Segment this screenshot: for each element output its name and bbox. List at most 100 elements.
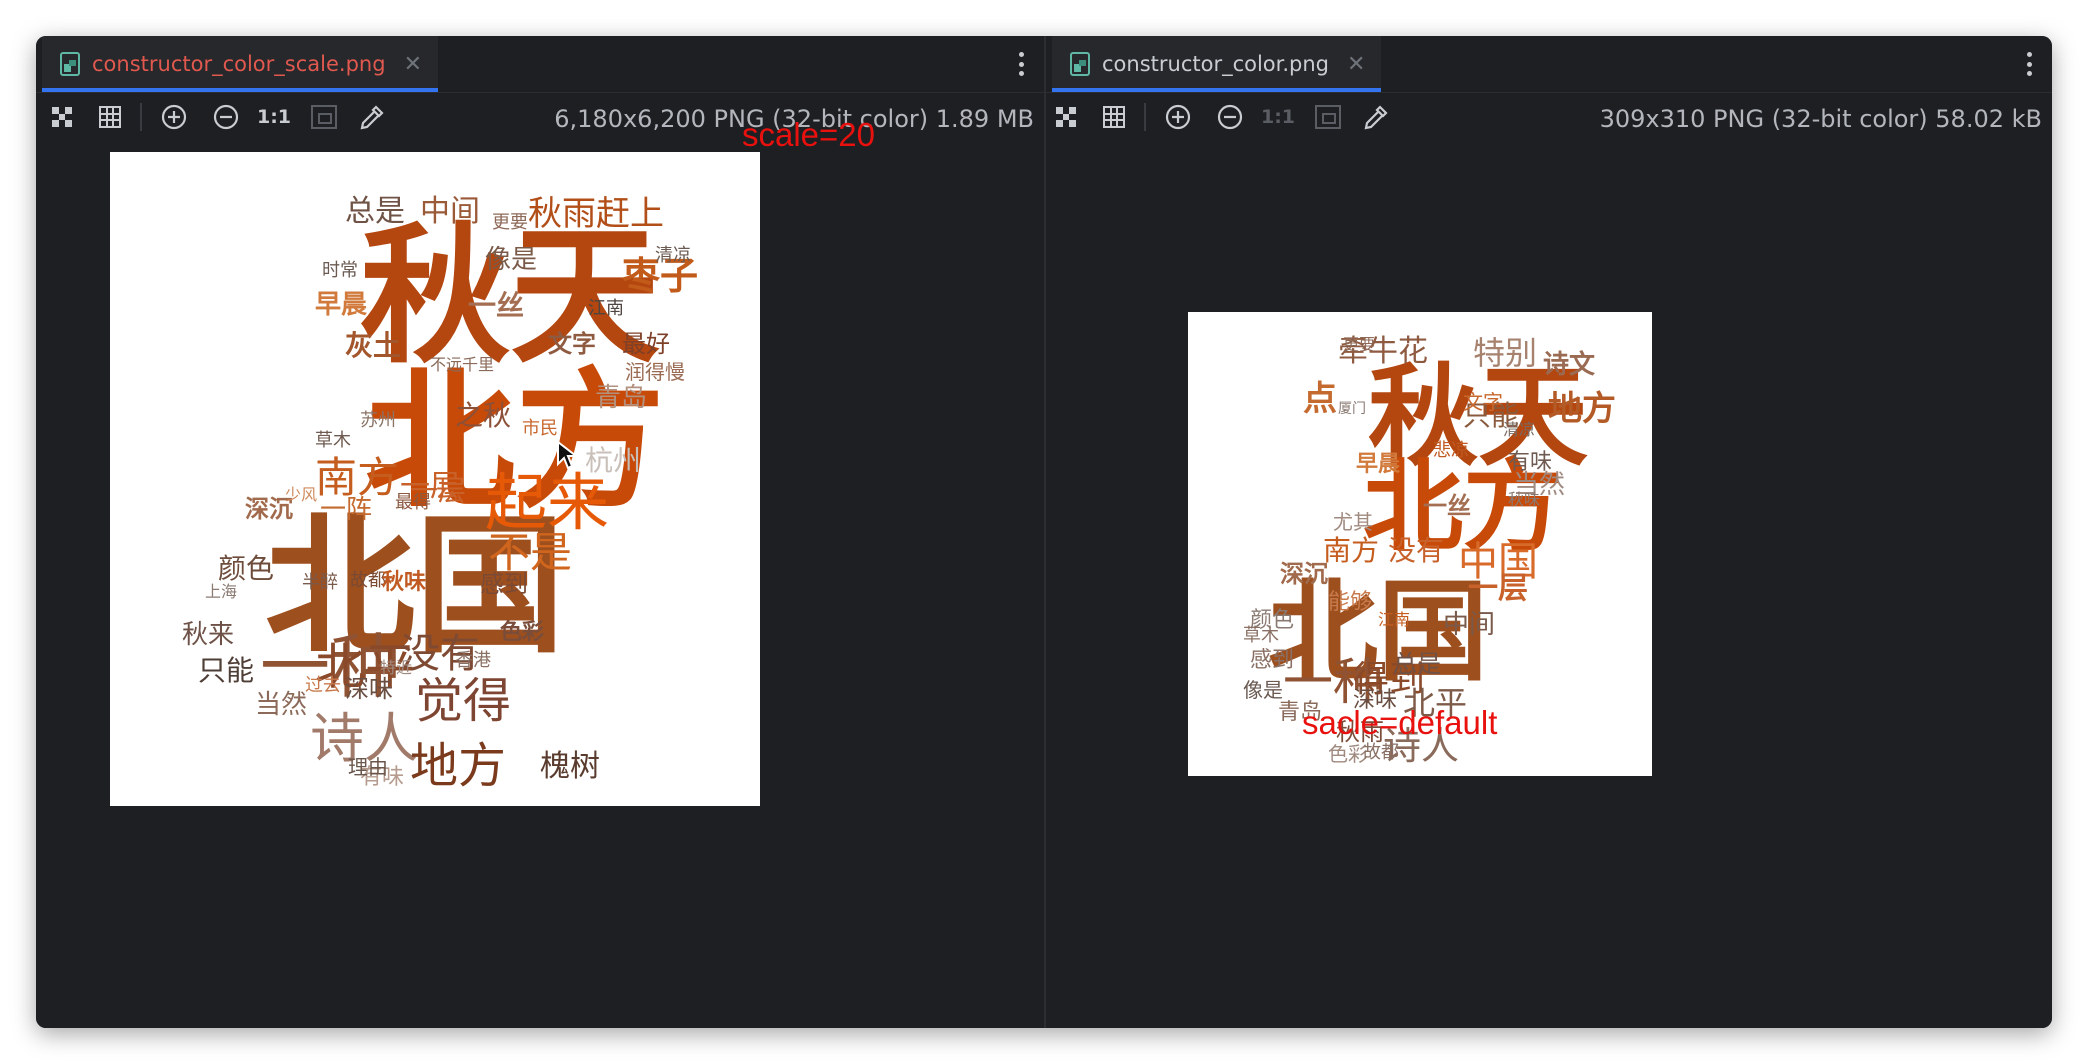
- actual-size-icon[interactable]: 1:1: [257, 101, 291, 133]
- fit-icon[interactable]: [1050, 101, 1082, 133]
- wordcloud-word: 深味: [345, 675, 393, 703]
- wordcloud-word: 深沉: [1280, 560, 1328, 588]
- zoom-in-icon[interactable]: [1162, 101, 1194, 133]
- left-tab-bar: constructor_color_scale.png ✕: [36, 36, 1044, 93]
- eyedropper-icon[interactable]: [1360, 101, 1392, 133]
- wordcloud-word: 早晨: [315, 290, 368, 320]
- wordcloud-word: 香港: [455, 650, 491, 671]
- wordcloud-word: 一阵: [320, 495, 373, 525]
- wordcloud-word: 江南: [588, 298, 624, 319]
- wordcloud-word: 江南: [1378, 610, 1411, 629]
- wordcloud-word: 总是: [1393, 650, 1441, 678]
- wordcloud-word: 觉得: [415, 673, 512, 729]
- wordcloud-word: 润得慢: [625, 360, 685, 384]
- image-file-icon: [1070, 52, 1090, 76]
- wordcloud-word: 故都: [350, 570, 386, 591]
- active-tab-indicator: [42, 88, 438, 92]
- zoom-in-icon[interactable]: [158, 101, 190, 133]
- wordcloud-word: 感到: [1250, 648, 1295, 673]
- fit-icon[interactable]: [46, 101, 78, 133]
- scale-annotation: scale=20: [742, 116, 876, 153]
- image-info-label: 309x310 PNG (32-bit color) 58.02 kB: [1599, 105, 2042, 133]
- zoom-out-icon[interactable]: [1214, 101, 1246, 133]
- wordcloud-word: 点: [1303, 379, 1337, 419]
- left-image-toolbar: 1:1 6,180x6,200 PNG (32-bit color) 1.89 …: [36, 93, 1044, 141]
- tab-constructor-color-scale[interactable]: constructor_color_scale.png ✕: [42, 36, 438, 92]
- wordcloud-word: 更要: [1343, 335, 1376, 354]
- wordcloud-word: 秋雨赶上: [528, 194, 664, 234]
- wordcloud-word: 一丝: [1423, 492, 1471, 520]
- wordcloud-word: 不是: [488, 528, 573, 577]
- wordcloud-word: 秋来: [182, 620, 235, 650]
- crop-icon[interactable]: [308, 101, 340, 133]
- active-tab-indicator: [1052, 88, 1382, 92]
- wordcloud-word: 特别: [1473, 334, 1538, 372]
- scale-annotation: sacle=default: [1302, 704, 1498, 741]
- close-icon[interactable]: ✕: [1347, 52, 1365, 77]
- wordcloud-word: 只能: [198, 654, 255, 687]
- wordcloud-word: 苏州: [360, 410, 396, 431]
- tab-constructor-color[interactable]: constructor_color.png ✕: [1052, 36, 1382, 92]
- wordcloud-word: 少风: [285, 485, 318, 504]
- wordcloud-word: 上海: [205, 582, 238, 601]
- wordcloud-word: 南方: [315, 453, 400, 502]
- wordcloud-word: 文字: [1463, 390, 1503, 414]
- right-tab-bar: constructor_color.png ✕: [1046, 36, 2052, 93]
- wordcloud-word: 秋味: [1508, 490, 1541, 509]
- wordcloud-word: 地方: [410, 738, 507, 794]
- wordcloud-word: 草木: [315, 430, 351, 451]
- right-image-toolbar: 1:1 309x310 PNG (32-bit color) 58.02 kB: [1046, 93, 2052, 141]
- wordcloud-word: 特近: [380, 658, 413, 677]
- wordcloud-word: 没有: [1388, 534, 1445, 567]
- wordcloud-word: 时常: [322, 260, 358, 281]
- wordcloud-word: 过去: [305, 675, 341, 696]
- wordcloud-word: 诗文: [1543, 350, 1596, 380]
- more-options-icon[interactable]: [2022, 48, 2036, 80]
- wordcloud-word: 半醉: [302, 572, 338, 593]
- wordcloud-word: 秋味: [382, 570, 427, 595]
- wordcloud-word: 市民: [522, 418, 558, 439]
- wordcloud-word: 槐树: [540, 749, 600, 784]
- wordcloud-word: 故都: [1363, 742, 1399, 763]
- actual-size-icon[interactable]: 1:1: [1261, 101, 1295, 133]
- wordcloud-word: 厦门: [1338, 401, 1366, 417]
- wordcloud-word: 不远千里: [430, 355, 495, 374]
- left-editor-pane: constructor_color_scale.png ✕ 1:1 6,180x…: [36, 36, 1046, 1028]
- wordcloud-word: 更要: [492, 212, 528, 233]
- wordcloud-word: 颜色: [218, 552, 275, 585]
- wordcloud-word: 理由: [348, 755, 388, 779]
- wordcloud-word: 总是: [345, 194, 405, 229]
- more-options-icon[interactable]: [1014, 48, 1028, 80]
- eyedropper-icon[interactable]: [356, 101, 388, 133]
- close-icon[interactable]: ✕: [404, 52, 422, 77]
- image-canvas[interactable]: 秋天 北方 北国 中国 一种 得到 诗人 北平 地方 牵牛花 特别 诗文点只能 南方 没有 一层 有味 当然 深沉…: [1046, 144, 2052, 1028]
- wordcloud-word: 之秋: [455, 399, 512, 432]
- mouse-cursor-icon: [557, 440, 578, 470]
- wordcloud-word: 最好: [622, 330, 670, 358]
- wordcloud-word: 灰土: [345, 329, 402, 362]
- wordcloud-word: 中间: [420, 194, 480, 229]
- wordcloud-word: 当然: [255, 690, 308, 720]
- right-editor-pane: constructor_color.png ✕ 1:1 309x310 PNG …: [1046, 36, 2052, 1028]
- wordcloud-word: 起来: [485, 466, 610, 539]
- grid-icon[interactable]: [94, 101, 126, 133]
- wordcloud-word: 杭州: [585, 444, 642, 477]
- wordcloud-word: 像是: [485, 245, 538, 275]
- wordcloud-word: 色彩: [1328, 742, 1368, 766]
- zoom-out-icon[interactable]: [210, 101, 242, 133]
- wordcloud-word: 南方: [1323, 534, 1380, 567]
- wordcloud-word: 能够: [1328, 590, 1373, 615]
- wordcloud-word: 尤其: [1333, 510, 1373, 534]
- wordcloud-word: 中间: [1443, 610, 1496, 640]
- toolbar-separator: [1144, 103, 1146, 131]
- wordcloud-word: 像是: [1243, 678, 1283, 702]
- wordcloud-word: 早晨: [1356, 452, 1401, 477]
- wordcloud-word: 清凉: [1503, 420, 1536, 439]
- wordcloud-word: 一层: [1468, 571, 1528, 606]
- wordcloud-word: 草木: [1243, 625, 1279, 646]
- crop-icon[interactable]: [1312, 101, 1344, 133]
- image-canvas[interactable]: 秋天 北方 北国 起来 一种 北平 没有 觉得 诗人 地方 南方 不是 秋雨赶上 枣子 中间 总是 像是 一丝 早晨…: [36, 144, 1044, 1028]
- tab-label: constructor_color.png: [1102, 52, 1330, 76]
- grid-icon[interactable]: [1098, 101, 1130, 133]
- tab-label: constructor_color_scale.png: [92, 52, 386, 76]
